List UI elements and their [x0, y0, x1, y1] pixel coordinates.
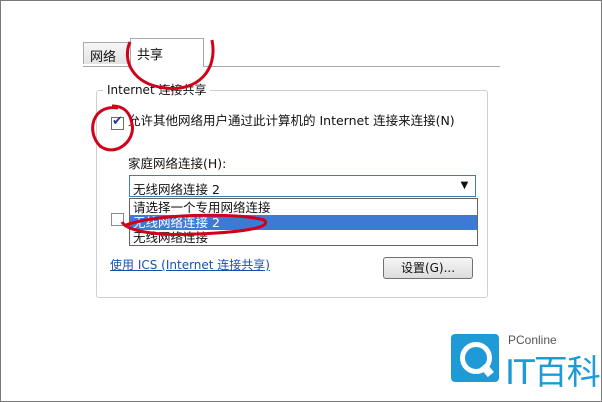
logo-name-text: IT百科	[505, 353, 601, 393]
home-connection-select[interactable]: 无线网络连接 2 ▼	[129, 175, 476, 197]
settings-button[interactable]: 设置(G)...	[383, 257, 473, 279]
select-value: 无线网络连接 2	[133, 182, 220, 197]
home-connection-label: 家庭网络连接(H):	[128, 156, 227, 171]
group-title: Internet 连接共享	[103, 81, 211, 98]
tab-bar: 网络 共享	[83, 38, 500, 67]
allow-sharing-label: 允许其他网络用户通过此计算机的 Internet 连接来连接(N)	[128, 113, 455, 128]
dropdown-option-highlighted[interactable]: 无线网络连接 2	[130, 215, 477, 230]
tab-sharing-label: 共享	[137, 48, 164, 63]
chevron-down-icon[interactable]: ▼	[456, 178, 473, 194]
dropdown-option[interactable]: 请选择一个专用网络连接	[130, 200, 477, 215]
tab-network[interactable]: 网络	[83, 42, 129, 65]
tab-network-label: 网络	[90, 50, 117, 65]
tab-sharing[interactable]: 共享	[130, 38, 204, 67]
pconline-logo-icon	[451, 334, 499, 382]
ics-help-link[interactable]: 使用 ICS (Internet 连接共享)	[110, 256, 270, 273]
dropdown-option[interactable]: 无线网络连接	[130, 230, 477, 245]
allow-control-checkbox[interactable]	[111, 213, 124, 226]
allow-sharing-checkbox[interactable]: ✔	[111, 114, 124, 130]
home-connection-dropdown: 请选择一个专用网络连接 无线网络连接 2 无线网络连接	[129, 198, 478, 246]
checkmark-icon: ✔	[112, 114, 123, 129]
